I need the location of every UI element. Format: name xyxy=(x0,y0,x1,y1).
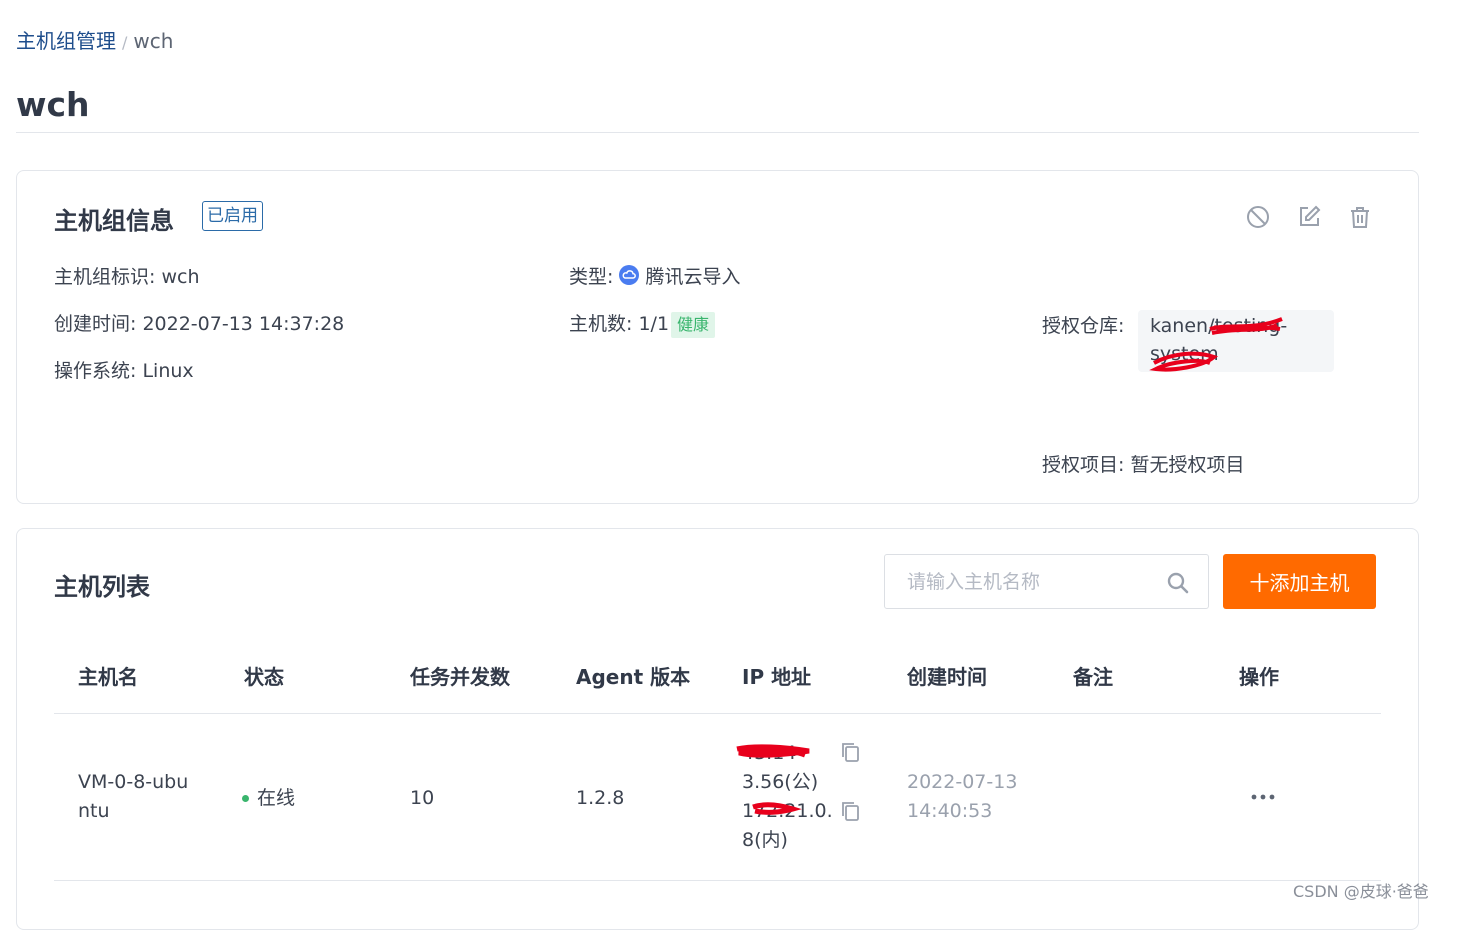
project-value: 暂无授权项目 xyxy=(1130,454,1245,476)
repo-line-1: kanen/testing- xyxy=(1150,315,1288,337)
copy-public-ip-icon[interactable] xyxy=(840,741,860,763)
concurrency-cell: 10 xyxy=(410,787,435,809)
project-label: 授权项目: xyxy=(1042,454,1125,476)
column-header-status[interactable]: 状态 xyxy=(244,661,284,690)
edit-icon[interactable] xyxy=(1297,205,1321,229)
breadcrumb: 主机组管理 / wch xyxy=(16,26,173,58)
host-created-date: 2022-07-13 xyxy=(907,771,1018,793)
page-title: wch xyxy=(16,85,90,124)
watermark: CSDN @皮球·爸爸 xyxy=(1293,882,1429,901)
table-row-divider xyxy=(54,880,1381,881)
column-header-actions[interactable]: 操作 xyxy=(1239,661,1279,690)
group-id-value: wch xyxy=(161,266,200,288)
created-info: 创建时间: 2022-07-13 14:37:28 xyxy=(54,310,344,338)
add-host-button[interactable]: 十添加主机 xyxy=(1223,554,1376,609)
breadcrumb-parent-link[interactable]: 主机组管理 xyxy=(16,29,116,53)
host-count-info: 主机数: 1/1 健康 xyxy=(569,310,716,338)
online-status-dot xyxy=(242,795,249,802)
group-id-info: 主机组标识: wch xyxy=(54,263,199,291)
breadcrumb-current: wch xyxy=(133,29,174,53)
host-name-cell[interactable]: VM-0-8-ubu ntu xyxy=(78,768,188,826)
host-count-label: 主机数: xyxy=(569,313,633,335)
info-card-title: 主机组信息 xyxy=(54,207,174,235)
os-info: 操作系统: Linux xyxy=(54,357,194,385)
group-id-label: 主机组标识: xyxy=(54,266,156,288)
table-header-divider xyxy=(54,713,1381,714)
host-status-cell: 在线 xyxy=(242,784,295,813)
ip-private-line-1: 172.21.0. xyxy=(742,800,833,822)
repo-line-2: system xyxy=(1150,343,1219,365)
created-label: 创建时间: xyxy=(54,313,137,335)
title-divider xyxy=(16,132,1419,133)
host-status-text: 在线 xyxy=(257,787,296,809)
ip-public-line-2: 3.56(公) xyxy=(742,771,819,793)
column-header-hostname[interactable]: 主机名 xyxy=(78,661,138,690)
repo-value: kanen/testing- system xyxy=(1138,310,1334,372)
type-value: 腾讯云导入 xyxy=(645,266,741,288)
host-name-line-1: VM-0-8-ubu xyxy=(78,771,189,793)
column-header-agent-version[interactable]: Agent 版本 xyxy=(576,661,690,690)
host-count-value: 1/1 xyxy=(638,313,670,335)
health-badge: 健康 xyxy=(671,312,716,338)
delete-icon[interactable] xyxy=(1348,205,1372,229)
host-list-title: 主机列表 xyxy=(54,573,150,601)
host-list-card: 主机列表 十添加主机 主机名 状态 任务并发数 Agent 版本 IP 地址 创… xyxy=(16,528,1419,930)
column-header-created[interactable]: 创建时间 xyxy=(907,661,987,690)
column-header-concurrency[interactable]: 任务并发数 xyxy=(410,661,510,690)
created-value: 2022-07-13 14:37:28 xyxy=(142,313,345,335)
copy-private-ip-icon[interactable] xyxy=(840,800,860,822)
type-info: 类型: 腾讯云导入 xyxy=(569,263,740,291)
breadcrumb-separator: / xyxy=(122,33,128,52)
status-badge: 已启用 xyxy=(202,201,263,231)
disable-icon[interactable] xyxy=(1246,205,1270,229)
type-label: 类型: xyxy=(569,266,614,288)
ip-private-line-2: 8(内) xyxy=(742,829,788,851)
agent-version-cell: 1.2.8 xyxy=(576,787,625,809)
repo-label: 授权仓库: xyxy=(1042,315,1125,337)
search-icon[interactable] xyxy=(1166,571,1190,595)
host-created-time: 14:40:53 xyxy=(907,800,993,822)
column-header-remark[interactable]: 备注 xyxy=(1073,661,1113,690)
project-info: 授权项目: 暂无授权项目 xyxy=(1042,451,1244,479)
host-created-cell: 2022-07-13 14:40:53 xyxy=(907,768,1017,826)
host-group-info-card: 主机组信息 已启用 主机组标识: wch 创建时间: 2022-07-13 14… xyxy=(16,170,1419,504)
ip-cell: 43.14 3.56(公) 172.21.0. 8(内) xyxy=(742,739,833,855)
ip-public-line-1: 43.14 xyxy=(742,742,797,764)
search-box xyxy=(884,554,1209,609)
more-actions-icon[interactable] xyxy=(1249,785,1277,809)
os-value: Linux xyxy=(142,360,194,382)
os-label: 操作系统: xyxy=(54,360,137,382)
host-name-line-2: ntu xyxy=(78,800,110,822)
column-header-ip[interactable]: IP 地址 xyxy=(742,661,811,690)
tencent-cloud-icon xyxy=(619,265,640,285)
search-input[interactable] xyxy=(885,555,1157,608)
